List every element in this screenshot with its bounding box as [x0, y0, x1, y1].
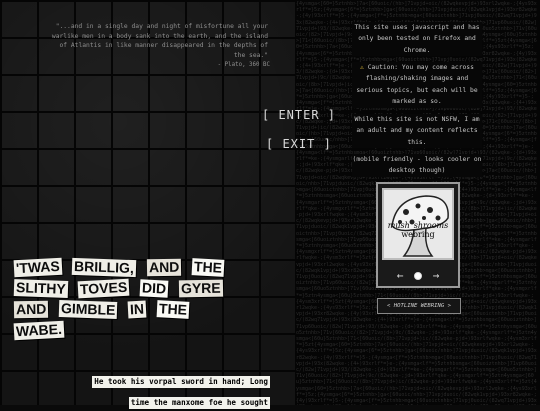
poem-line-1: He took his vorpal sword in hand; Long — [92, 376, 270, 388]
title-word: AND — [146, 258, 182, 277]
title-word: DID — [139, 279, 169, 298]
plato-quote: "...and in a single day and night of mis… — [51, 23, 268, 59]
title-word: BRILLIG, — [72, 257, 137, 278]
enter-link[interactable]: [ ENTER ] — [262, 108, 336, 122]
mushroom-icon: mush_shrooms webring — [382, 188, 454, 260]
title-word: GIMBLE — [58, 299, 118, 320]
random-dot-icon[interactable] — [414, 272, 422, 280]
webring-name: mush_shrooms — [388, 221, 448, 230]
quote-attribution: - Plato, 360 BC — [217, 62, 270, 68]
webring-widget[interactable]: mush_shrooms webring ← → — [376, 182, 460, 288]
ransom-note-title: 'TWAS BRILLIG, AND THE SLITHY TOVES DID … — [13, 257, 259, 342]
title-word: IN — [127, 300, 147, 319]
caution-text: Caution: You may come across flashing/sh… — [356, 64, 478, 106]
browser-notice: This site uses javascript and has only b… — [352, 22, 482, 57]
caution-notice: ⚠ Caution: You may come across flashing/… — [352, 62, 482, 108]
title-word: TOVES — [78, 278, 131, 299]
title-line-4: WABE. — [13, 320, 259, 341]
title-word: SLITHY — [13, 279, 69, 298]
title-word: GYRE — [178, 279, 223, 298]
hotline-webring-link[interactable]: < HOTLINE WEBRING > — [377, 298, 461, 314]
poem-line-2: time the manxome foe he sought — [128, 397, 270, 409]
title-word: THE — [191, 258, 225, 277]
webring-navigation: ← → — [378, 268, 458, 284]
next-arrow-icon[interactable]: → — [433, 269, 440, 282]
title-word: AND — [13, 300, 49, 319]
title-word: 'TWAS — [13, 257, 63, 278]
nsfw-notice: While this site is not NSFW, I am an adu… — [352, 114, 482, 149]
exit-link[interactable]: [ EXIT ] — [266, 137, 332, 151]
mobile-notice: (mobile friendly - looks cooler on deskt… — [352, 154, 482, 177]
title-line-1: 'TWAS BRILLIG, AND THE — [13, 257, 259, 278]
previous-arrow-icon[interactable]: ← — [397, 269, 404, 282]
title-line-3: AND GIMBLE IN THE — [13, 299, 259, 320]
title-word: THE — [156, 300, 190, 319]
webring-subtitle: webring — [401, 230, 434, 239]
warning-icon: ⚠ — [360, 64, 364, 71]
title-word: WABE. — [13, 320, 65, 341]
tiled-wall-background — [0, 0, 295, 405]
title-line-2: SLITHY TOVES DID GYRE — [13, 278, 259, 299]
